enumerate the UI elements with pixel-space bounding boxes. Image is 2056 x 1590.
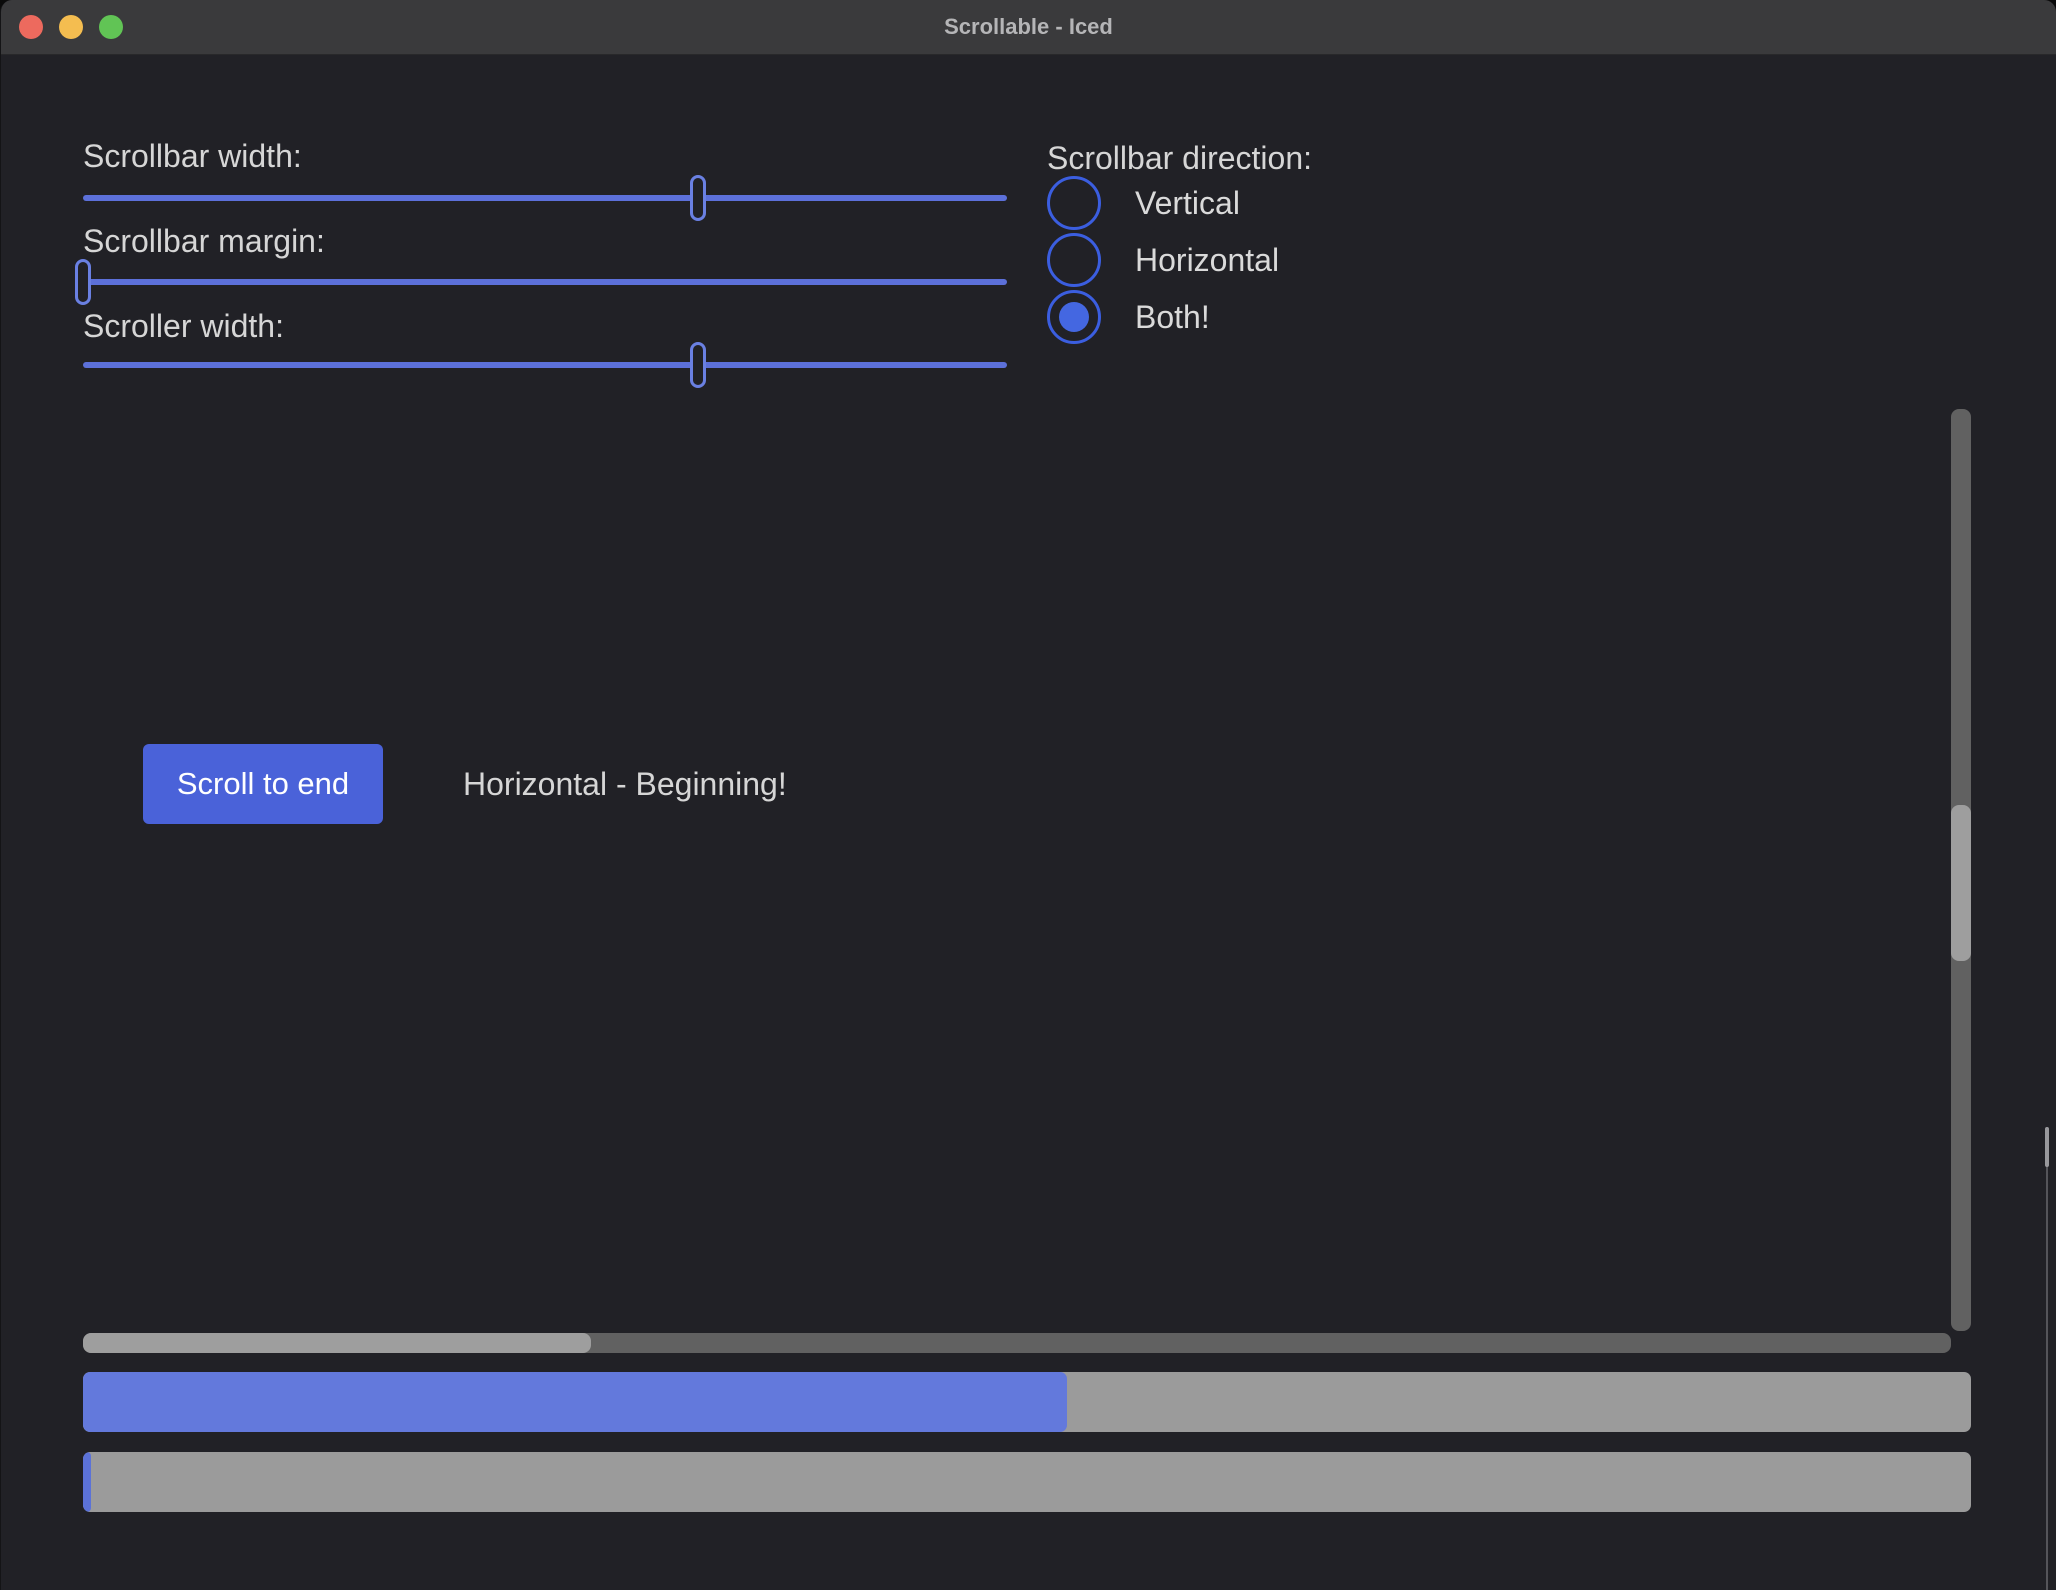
horizontal-scrollbar-track[interactable] <box>83 1333 1951 1353</box>
progress-fill <box>83 1372 1067 1432</box>
scrollbar-width-slider[interactable] <box>83 175 1007 221</box>
slider-handle[interactable] <box>75 259 91 305</box>
radio-icon[interactable] <box>1047 233 1101 287</box>
window-right-edge <box>2046 1127 2048 1590</box>
slider-track[interactable] <box>83 195 1007 201</box>
scrollbar-direction-group: Vertical Horizontal Both! <box>1047 176 1279 344</box>
window-title: Scrollable - Iced <box>1 0 2056 54</box>
scrollbar-width-label: Scrollbar width: <box>83 136 302 176</box>
titlebar: Scrollable - Iced <box>1 0 2056 55</box>
app-window: Scrollable - Iced Scrollbar width: Scrol… <box>0 0 2056 1590</box>
window-right-edge-highlight <box>2045 1127 2049 1167</box>
slider-handle[interactable] <box>690 342 706 388</box>
vertical-scrollbar-track[interactable] <box>1951 409 1971 1331</box>
vertical-scrollbar-thumb[interactable] <box>1951 805 1971 961</box>
scroller-width-slider[interactable] <box>83 342 1007 388</box>
scrollbar-direction-label: Scrollbar direction: <box>1047 138 1312 178</box>
radio-option-both[interactable]: Both! <box>1047 290 1279 344</box>
close-button[interactable] <box>19 15 43 39</box>
scroll-to-end-button[interactable]: Scroll to end <box>143 744 383 824</box>
radio-option-vertical[interactable]: Vertical <box>1047 176 1279 230</box>
progress-fill <box>83 1452 91 1512</box>
vertical-scroll-progressbar <box>83 1372 1971 1432</box>
minimize-button[interactable] <box>59 15 83 39</box>
scrollbar-margin-label: Scrollbar margin: <box>83 221 325 261</box>
slider-track[interactable] <box>83 362 1007 368</box>
horizontal-scroll-progressbar <box>83 1452 1971 1512</box>
radio-option-horizontal[interactable]: Horizontal <box>1047 233 1279 287</box>
slider-handle[interactable] <box>690 175 706 221</box>
traffic-lights <box>19 15 123 39</box>
zoom-button[interactable] <box>99 15 123 39</box>
slider-track[interactable] <box>83 279 1007 285</box>
radio-icon[interactable] <box>1047 176 1101 230</box>
scroller-width-label: Scroller width: <box>83 306 284 346</box>
scroll-status-text: Horizontal - Beginning! <box>463 744 787 824</box>
horizontal-scrollbar-thumb[interactable] <box>83 1333 591 1353</box>
scrollbar-margin-slider[interactable] <box>83 259 1007 305</box>
radio-icon[interactable] <box>1047 290 1101 344</box>
